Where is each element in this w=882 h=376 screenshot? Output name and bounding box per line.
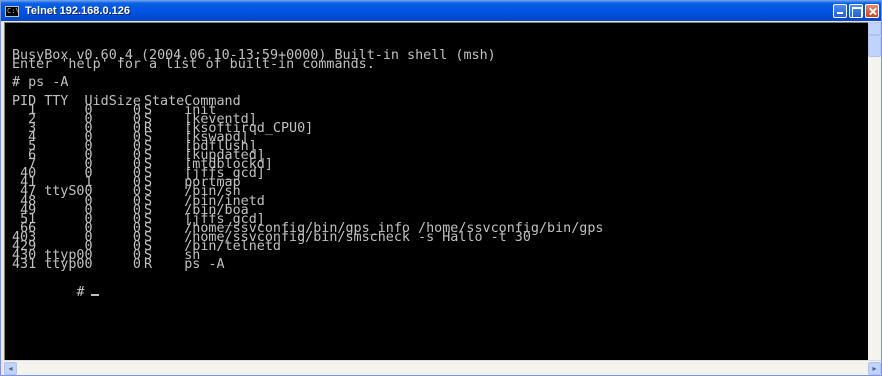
process-row: 41 1 0 Sportmap <box>12 176 603 190</box>
vertical-scroll-thumb[interactable] <box>868 35 881 57</box>
command-line: # ps -A <box>12 75 69 91</box>
process-row: 430 ttyp0 0 0 Ssh <box>12 249 603 263</box>
process-tty <box>36 224 84 233</box>
maximize-button[interactable] <box>849 4 863 18</box>
prompt: # <box>76 284 85 300</box>
header-tty: TTY <box>44 93 69 109</box>
process-row: 7 0 0 S [mtdblockd] <box>12 158 603 172</box>
process-command: [jffs_gcd] <box>184 166 265 182</box>
close-button[interactable] <box>865 4 879 18</box>
process-uid: 0 <box>84 257 93 273</box>
process-table-header: PID TTY Uid Size State Command <box>12 93 603 109</box>
process-tty <box>36 151 84 160</box>
scroll-left-arrow[interactable]: ◂ <box>4 362 17 375</box>
process-tty <box>36 215 84 224</box>
process-table-body: 1 0 0 Sinit 2 0 0 S [keventd] 3 0 0 R [ksoftirqd_CPU0… <box>12 103 603 273</box>
process-row: 49 0 0 S/bin/boa <box>12 203 603 217</box>
console-icon[interactable]: C:\ <box>5 5 20 17</box>
horizontal-scrollbar[interactable]: ◂ ▸ <box>4 360 881 375</box>
process-state: R <box>143 257 152 273</box>
prompt-line: # <box>12 279 99 299</box>
process-row: 403 0 0 S/home/ssvconfig/bin/smscheck -s Ha… <box>12 231 603 245</box>
process-size: 0 <box>132 257 141 273</box>
process-tty <box>36 133 84 142</box>
process-row: 48 0 0 S/bin/inetd <box>12 194 603 208</box>
process-row: 47 ttyS0 0 0 S/bin/sh <box>12 184 603 200</box>
header-command: Command <box>184 93 241 109</box>
window-controls <box>833 4 879 18</box>
terminal-screen[interactable]: BusyBox v0.60.4 (2004.06.10-13:59+0000) … <box>4 22 868 360</box>
process-tty <box>36 124 84 133</box>
process-tty: ttyS0 <box>44 184 85 200</box>
telnet-window: C:\ Telnet 192.168.0.126 BusyBox v0.60.4… <box>0 0 882 376</box>
process-tty <box>36 115 84 124</box>
process-tty: ttyp0 <box>44 257 85 273</box>
process-tty <box>36 169 84 178</box>
process-tty <box>36 206 84 215</box>
vertical-scrollbar[interactable] <box>868 22 881 360</box>
process-row: 40 0 0 S [jffs_gcd] <box>12 166 603 182</box>
process-pid: 431 <box>12 257 37 273</box>
process-tty <box>36 160 84 169</box>
title-bar[interactable]: C:\ Telnet 192.168.0.126 <box>1 1 881 21</box>
process-row: 6 0 0 S [kupdated] <box>12 149 603 163</box>
process-command: ps -A <box>184 257 225 273</box>
minimize-button[interactable] <box>833 4 847 18</box>
window-title: Telnet 192.168.0.126 <box>25 5 130 17</box>
terminal-output: BusyBox v0.60.4 (2004.06.10-13:59+0000) … <box>12 49 603 299</box>
process-row: 5 0 0 S [bdflush] <box>12 140 603 154</box>
scroll-up-arrow[interactable] <box>868 22 881 35</box>
process-tty <box>36 142 84 151</box>
process-row: 431 ttyp0 0 0 Rps -A <box>12 257 603 273</box>
scroll-right-arrow[interactable]: ▸ <box>868 362 881 375</box>
text-cursor <box>90 293 99 296</box>
process-tty <box>36 233 84 242</box>
process-table: PID TTY Uid Size State Command 1 0 0 Sinit 2… <box>12 93 603 273</box>
process-row: 3 0 0 R [ksoftirqd_CPU0] <box>12 122 603 136</box>
